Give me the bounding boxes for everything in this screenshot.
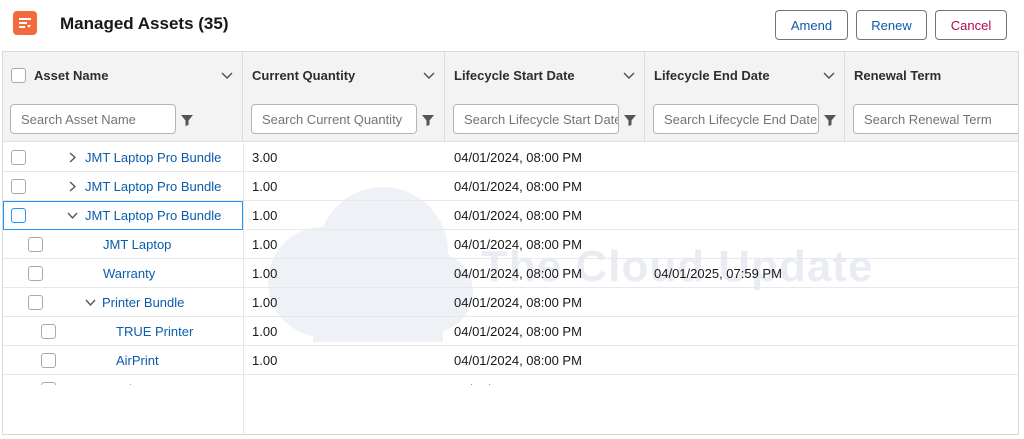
row-checkbox[interactable] (11, 150, 26, 165)
chevron-right-icon[interactable] (67, 181, 78, 192)
column-header-asset-name[interactable]: Asset Name (3, 52, 243, 98)
column-header-lifecycle-end-date[interactable]: Lifecycle End Date (645, 52, 845, 98)
current-quantity: 1.00 (252, 237, 278, 252)
amend-button[interactable]: Amend (775, 10, 848, 40)
row-checkbox[interactable] (28, 237, 43, 252)
column-label: Lifecycle Start Date (454, 68, 575, 83)
column-label: Renewal Term (854, 68, 942, 83)
table-row[interactable]: AirPrint 1.00 04/01/2024, 08:00 PM (3, 346, 1018, 375)
lifecycle-start-date: 04/01/2024, 08:00 PM (454, 266, 582, 281)
filter-icon[interactable] (823, 113, 837, 127)
row-checkbox[interactable] (28, 295, 43, 310)
current-quantity: 1.00 (252, 208, 278, 223)
lifecycle-start-date: 04/01/2024, 08:00 PM (454, 295, 582, 310)
row-checkbox[interactable] (41, 324, 56, 339)
filter-cell (3, 98, 243, 142)
filter-cell (645, 98, 845, 142)
filter-icon[interactable] (180, 113, 194, 127)
row-checkbox[interactable] (41, 382, 56, 385)
table-row[interactable]: Printer Paper 1.00 04/01/2024, 08:00 PM (3, 375, 1018, 385)
filter-icon[interactable] (421, 113, 435, 127)
table-row[interactable]: JMT Laptop Pro Bundle 1.00 04/01/2024, 0… (3, 172, 1018, 201)
table-row[interactable]: Printer Bundle 1.00 04/01/2024, 08:00 PM (3, 288, 1018, 317)
row-checkbox[interactable] (28, 266, 43, 281)
table-row[interactable]: JMT Laptop 1.00 04/01/2024, 08:00 PM (3, 230, 1018, 259)
chevron-right-icon[interactable] (67, 152, 78, 163)
filter-icon[interactable] (623, 113, 637, 127)
app-icon (13, 11, 37, 35)
row-checkbox[interactable] (11, 179, 26, 194)
filter-row (3, 98, 1018, 142)
current-quantity: 1.00 (252, 179, 278, 194)
current-quantity: 1.00 (252, 295, 278, 310)
table-header: Asset Name Current Quantity Lifecycle St… (3, 52, 1018, 142)
chevron-down-icon[interactable] (822, 68, 836, 82)
lifecycle-start-date: 04/01/2024, 08:00 PM (454, 237, 582, 252)
table-body: JMT Laptop Pro Bundle 3.00 04/01/2024, 0… (3, 143, 1018, 434)
row-checkbox[interactable] (41, 353, 56, 368)
asset-name-search-input[interactable] (10, 104, 176, 134)
asset-name-link[interactable]: JMT Laptop Pro Bundle (85, 172, 221, 201)
column-label: Asset Name (34, 68, 109, 83)
asset-name-link[interactable]: TRUE Printer (116, 317, 193, 346)
asset-name-link[interactable]: Warranty (103, 259, 155, 288)
lifecycle-start-date-search-input[interactable] (453, 104, 619, 134)
column-header-current-quantity[interactable]: Current Quantity (243, 52, 445, 98)
chevron-down-icon[interactable] (622, 68, 636, 82)
filter-cell (845, 98, 1018, 142)
lifecycle-start-date: 04/01/2024, 08:00 PM (454, 375, 582, 385)
table-row[interactable]: TRUE Printer 1.00 04/01/2024, 08:00 PM (3, 317, 1018, 346)
current-quantity: 1.00 (252, 266, 278, 281)
current-quantity: 1.00 (252, 353, 278, 368)
lifecycle-start-date: 04/01/2024, 08:00 PM (454, 208, 582, 223)
current-quantity-search-input[interactable] (251, 104, 417, 134)
lifecycle-end-date-search-input[interactable] (653, 104, 819, 134)
renewal-term-search-input[interactable] (853, 104, 1018, 134)
lifecycle-start-date: 04/01/2024, 08:00 PM (454, 324, 582, 339)
current-quantity: 3.00 (252, 150, 278, 165)
filter-cell (445, 98, 645, 142)
renew-button[interactable]: Renew (856, 10, 927, 40)
column-label: Current Quantity (252, 68, 356, 83)
column-header-renewal-term[interactable]: Renewal Term (845, 52, 1018, 98)
table-row[interactable]: JMT Laptop Pro Bundle 3.00 04/01/2024, 0… (3, 143, 1018, 172)
column-header-lifecycle-start-date[interactable]: Lifecycle Start Date (445, 52, 645, 98)
asset-name-link[interactable]: AirPrint (116, 346, 159, 375)
table-row[interactable]: Warranty 1.00 04/01/2024, 08:00 PM 04/01… (3, 259, 1018, 288)
chevron-down-icon[interactable] (85, 297, 96, 308)
lifecycle-start-date: 04/01/2024, 08:00 PM (454, 150, 582, 165)
page-header: Managed Assets (35) Amend Renew Cancel (0, 0, 1024, 50)
column-label: Lifecycle End Date (654, 68, 770, 83)
assets-table: The Cloud Update Asset Name Current Quan… (2, 51, 1019, 435)
asset-name-link[interactable]: Printer Paper (116, 375, 193, 385)
table-row[interactable]: JMT Laptop Pro Bundle 1.00 04/01/2024, 0… (3, 201, 1018, 230)
page-title: Managed Assets (35) (60, 14, 229, 33)
current-quantity: 1.00 (252, 375, 277, 385)
lifecycle-start-date: 04/01/2024, 08:00 PM (454, 179, 582, 194)
lifecycle-start-date: 04/01/2024, 08:00 PM (454, 353, 582, 368)
current-quantity: 1.00 (252, 324, 278, 339)
chevron-down-icon[interactable] (220, 68, 234, 82)
lifecycle-end-date: 04/01/2025, 07:59 PM (654, 266, 782, 281)
filter-cell (243, 98, 445, 142)
asset-name-link[interactable]: Printer Bundle (102, 288, 184, 317)
row-checkbox[interactable] (11, 208, 26, 223)
asset-name-link[interactable]: JMT Laptop Pro Bundle (85, 201, 221, 230)
chevron-down-icon[interactable] (422, 68, 436, 82)
asset-name-link[interactable]: JMT Laptop Pro Bundle (85, 143, 221, 172)
cancel-button[interactable]: Cancel (935, 10, 1007, 40)
chevron-down-icon[interactable] (67, 210, 78, 221)
asset-name-link[interactable]: JMT Laptop (103, 230, 171, 259)
